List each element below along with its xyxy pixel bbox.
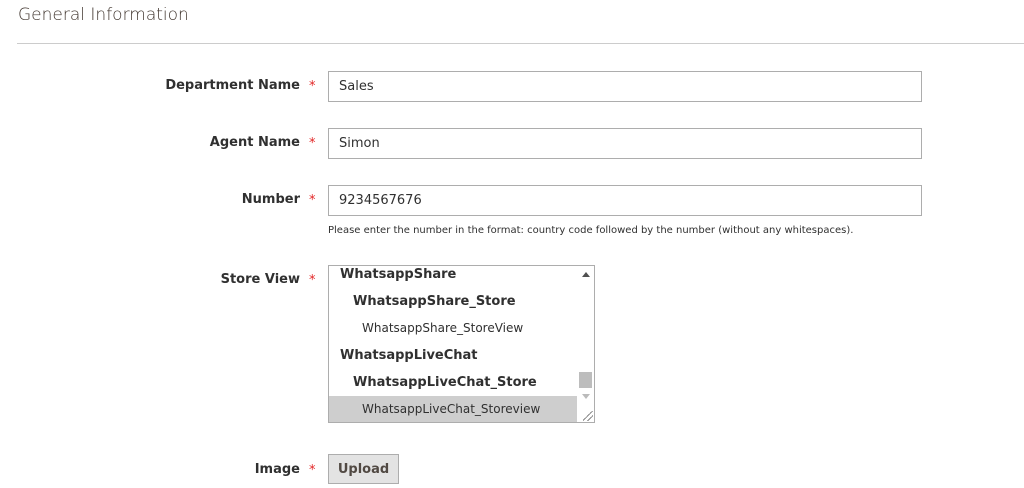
agent-name-input[interactable] xyxy=(328,128,922,159)
department-name-input[interactable] xyxy=(328,71,922,102)
store-view-option[interactable]: WhatsappLiveChat_Store xyxy=(329,369,578,396)
image-label: Image xyxy=(254,462,300,477)
store-view-label: Store View xyxy=(220,272,300,287)
store-view-option[interactable]: WhatsappLiveChat xyxy=(329,342,578,369)
required-marker: * xyxy=(309,193,316,208)
upload-button[interactable]: Upload xyxy=(328,454,399,484)
required-marker: * xyxy=(309,136,316,151)
department-name-label: Department Name xyxy=(165,78,300,93)
required-marker: * xyxy=(309,273,316,288)
number-note: Please enter the number in the format: c… xyxy=(328,225,854,236)
number-label: Number xyxy=(241,192,300,207)
resize-grip-icon[interactable] xyxy=(583,411,593,421)
agent-name-label: Agent Name xyxy=(209,135,300,150)
scroll-up-arrow-icon[interactable] xyxy=(582,272,590,277)
section-title: General Information xyxy=(18,5,189,25)
store-view-option[interactable]: WhatsappShare_Store xyxy=(329,288,578,315)
number-input[interactable] xyxy=(328,185,922,216)
scrollbar-thumb[interactable] xyxy=(579,372,592,388)
store-view-option[interactable]: WhatsappLiveChat_Storeview xyxy=(329,396,578,422)
required-marker: * xyxy=(309,79,316,94)
store-view-option[interactable]: WhatsappShare_StoreView xyxy=(329,315,578,342)
required-marker: * xyxy=(309,463,316,478)
divider xyxy=(17,43,1024,44)
scrollbar[interactable] xyxy=(577,266,594,422)
store-view-multiselect[interactable]: WhatsappShare WhatsappShare_Store Whatsapp… xyxy=(328,265,595,423)
scroll-down-arrow-icon[interactable] xyxy=(582,394,590,399)
store-view-option[interactable]: WhatsappShare xyxy=(329,266,578,288)
